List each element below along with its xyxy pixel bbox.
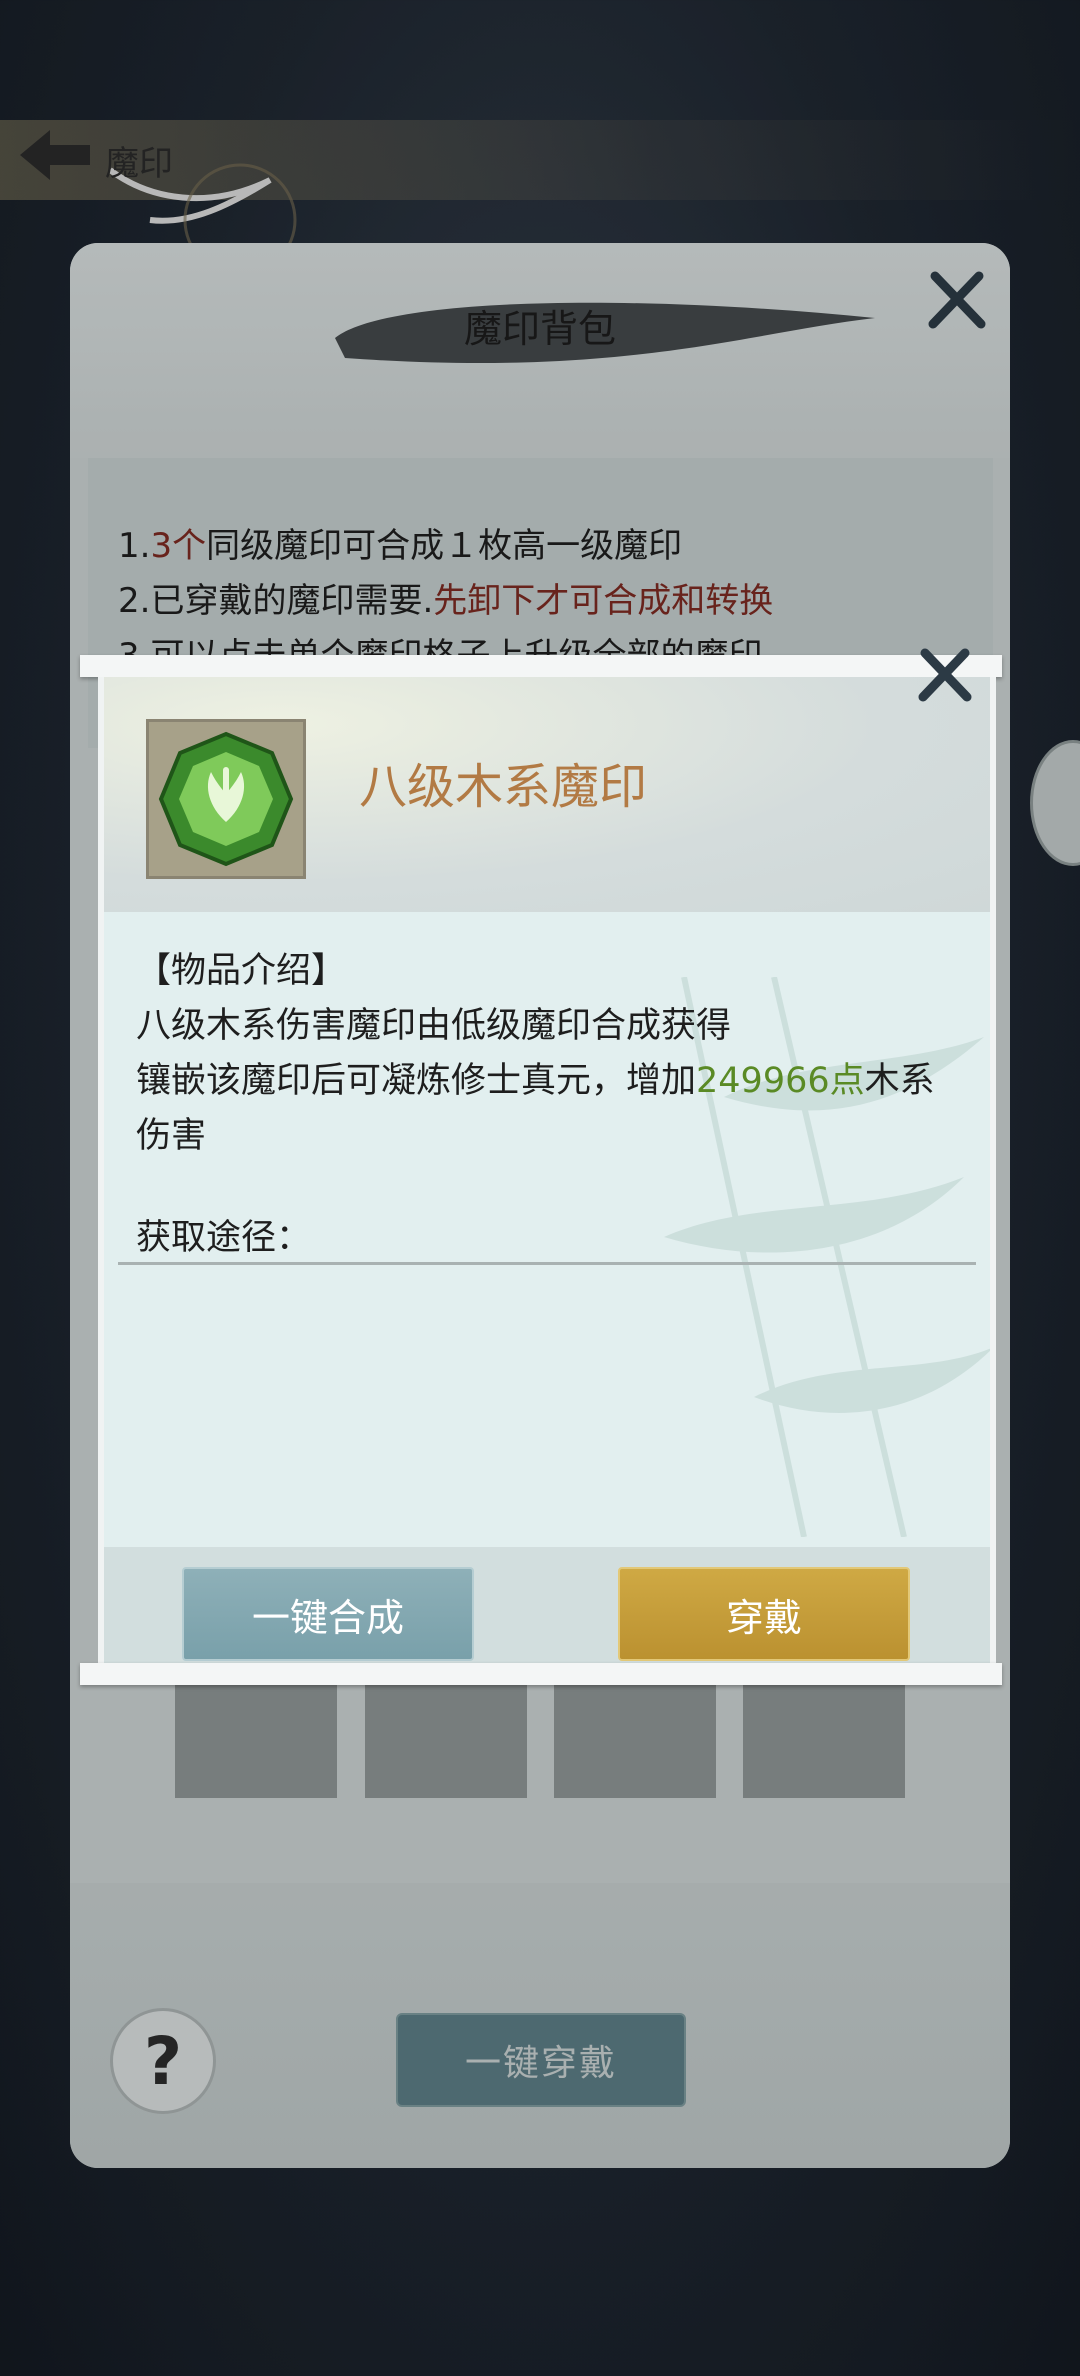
desc-line-1: 八级木系伤害魔印由低级魔印合成获得 [136, 1006, 732, 1046]
source-label: 获取途径： [136, 1218, 312, 1258]
intro-header: 【物品介绍】 [136, 951, 347, 991]
wood-seal-gem-icon [158, 731, 294, 867]
one-click-merge-button[interactable]: 一键合成 [182, 1567, 474, 1661]
popup-top-bar [80, 655, 1002, 677]
popup-bottom-bar [80, 1663, 1002, 1685]
divider [118, 1262, 976, 1265]
damage-value: 249966点 [696, 1061, 865, 1101]
item-icon-frame [146, 719, 306, 879]
popup-head: 八级木系魔印 [104, 677, 990, 912]
close-icon[interactable] [915, 645, 975, 705]
desc-line-2: 镶嵌该魔印后可凝炼修士真元，增加249966点木系 [136, 1061, 935, 1101]
popup-footer: 一键合成 穿戴 [104, 1547, 990, 1663]
desc-line-3: 伤害 [136, 1116, 207, 1156]
popup-body: 八级木系魔印 【物品介绍】 八级木系伤害魔印由低级魔印合成获得 镶嵌该魔印后可凝… [98, 677, 996, 1663]
item-detail-popup: 八级木系魔印 【物品介绍】 八级木系伤害魔印由低级魔印合成获得 镶嵌该魔印后可凝… [80, 648, 1002, 1685]
item-name: 八级木系魔印 [359, 759, 648, 815]
wear-button[interactable]: 穿戴 [618, 1567, 910, 1661]
